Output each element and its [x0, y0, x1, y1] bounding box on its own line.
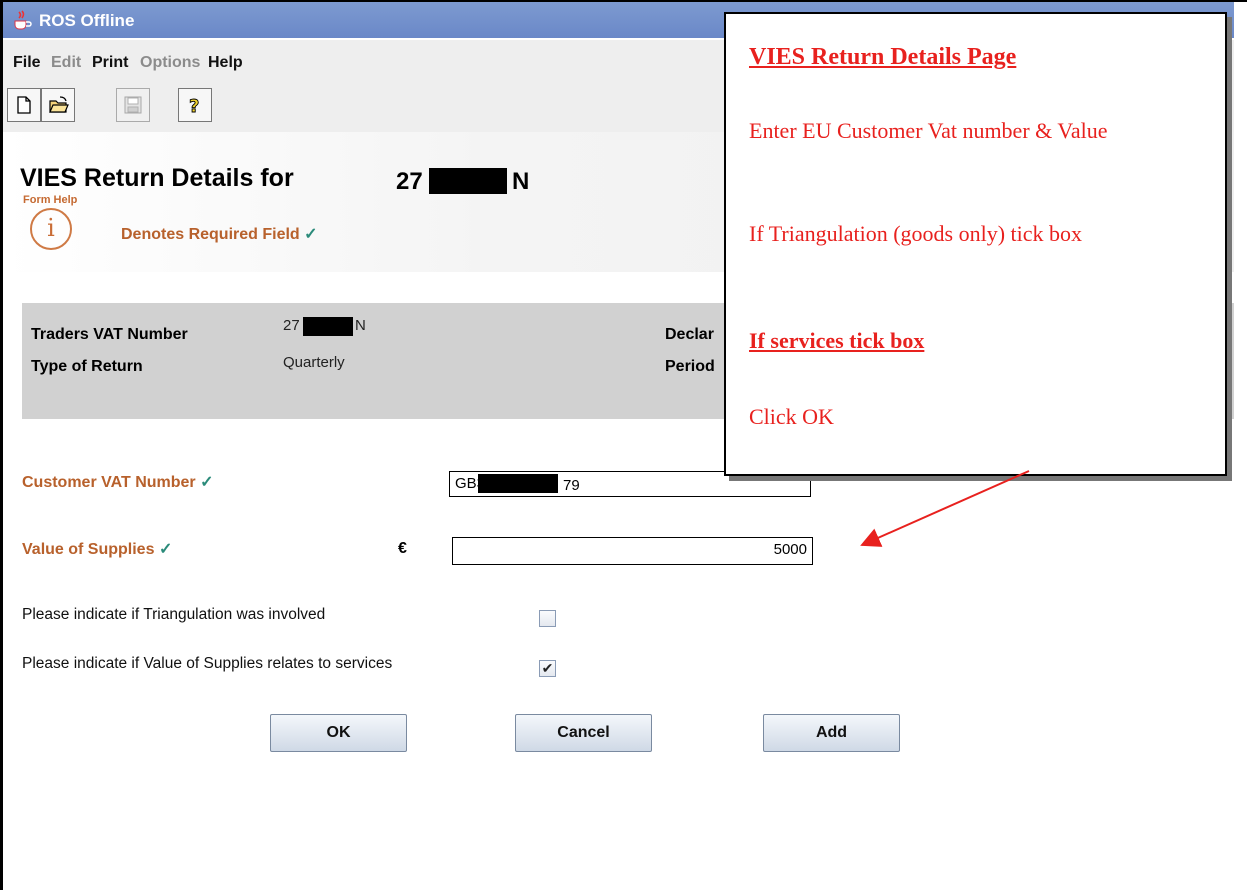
application-window: ROS Offline File Edit Print Options Help — [0, 0, 1247, 890]
pointer-arrow — [860, 470, 1030, 547]
arrow-line — [860, 470, 1030, 547]
